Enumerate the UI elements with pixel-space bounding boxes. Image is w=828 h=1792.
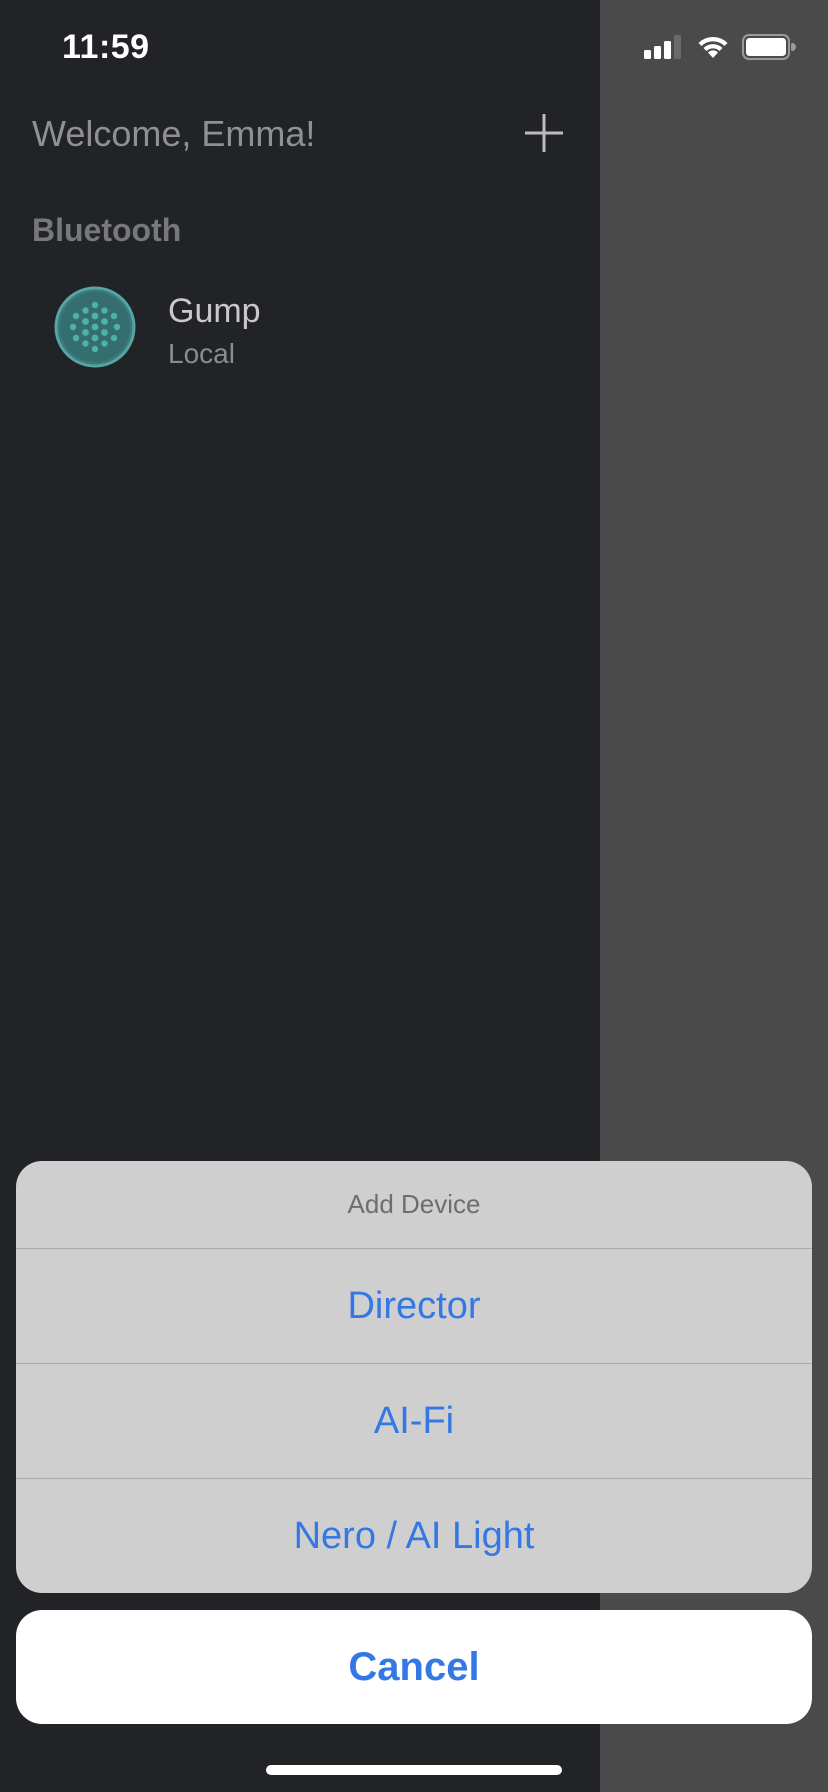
wifi-icon	[698, 36, 728, 58]
option-director[interactable]: Director	[16, 1249, 812, 1364]
action-sheet-title: Add Device	[16, 1161, 812, 1249]
cancel-button[interactable]: Cancel	[16, 1610, 812, 1724]
header: Welcome, Emma!	[32, 105, 572, 165]
app-screen: 11:59 Welcome, Emma! Bluetooth Gump Loca…	[0, 0, 828, 1792]
option-ai-fi[interactable]: AI-Fi	[16, 1364, 812, 1479]
status-bar: 11:59	[0, 0, 828, 100]
device-row-gump[interactable]: Gump Local	[54, 286, 554, 370]
home-indicator[interactable]	[266, 1765, 562, 1775]
option-nero-ai-light[interactable]: Nero / AI Light	[16, 1479, 812, 1593]
welcome-message: Welcome, Emma!	[32, 113, 316, 154]
add-device-button[interactable]	[516, 105, 572, 161]
device-name: Gump	[168, 292, 261, 330]
battery-icon	[742, 34, 796, 60]
section-label-bluetooth: Bluetooth	[32, 212, 182, 248]
cellular-signal-icon	[644, 35, 681, 59]
speaker-grille-icon	[54, 286, 136, 368]
status-icons	[644, 34, 796, 60]
plus-icon	[525, 114, 563, 152]
device-subtitle: Local	[168, 338, 235, 369]
status-time: 11:59	[62, 28, 150, 66]
add-device-action-sheet: Add Device Director AI-Fi Nero / AI Ligh…	[16, 1161, 812, 1593]
